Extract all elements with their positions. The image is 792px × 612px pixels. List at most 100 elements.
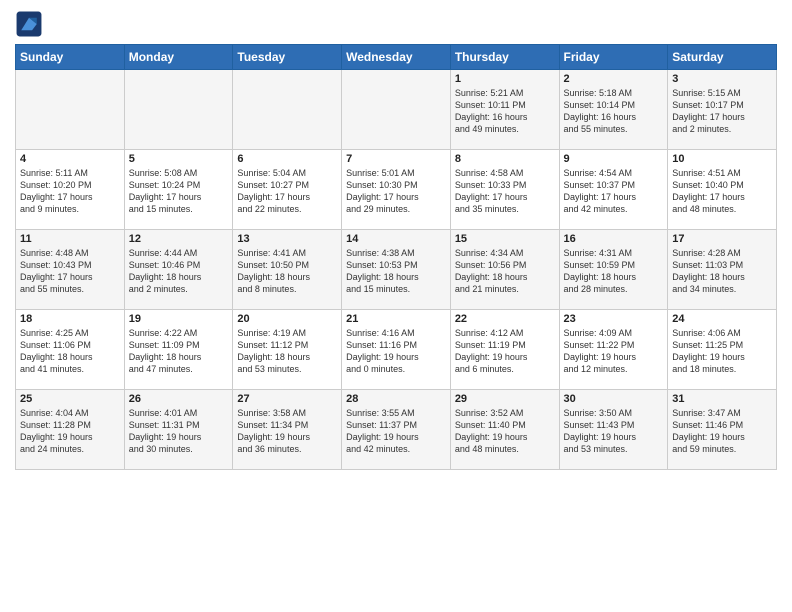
day-info: Sunrise: 4:51 AM Sunset: 10:40 PM Daylig… xyxy=(672,167,772,216)
cell-week3-day5: 15Sunrise: 4:34 AM Sunset: 10:56 PM Dayl… xyxy=(450,230,559,310)
day-info: Sunrise: 4:28 AM Sunset: 11:03 PM Daylig… xyxy=(672,247,772,296)
week-row-4: 18 Sunrise: 4:25 AM Sunset: 11:06 PM Dayl… xyxy=(16,310,777,390)
day-number: 31 xyxy=(672,393,772,405)
cell-week3-day2: 12 Sunrise: 4:44 AM Sunset: 10:46 PM Dayl… xyxy=(124,230,233,310)
cell-week3-day3: 13 Sunrise: 4:41 AM Sunset: 10:50 PM Dayl… xyxy=(233,230,342,310)
day-number: 2 xyxy=(564,73,664,85)
cell-week5-day5: 29 Sunrise: 3:52 AM Sunset: 11:40 PM Dayl… xyxy=(450,390,559,470)
day-number: 27 xyxy=(237,393,337,405)
cell-week1-day3 xyxy=(233,70,342,150)
day-number: 9 xyxy=(564,153,664,165)
day-number: 30 xyxy=(564,393,664,405)
cell-week5-day4: 28 Sunrise: 3:55 AM Sunset: 11:37 PM Dayl… xyxy=(342,390,451,470)
logo-icon xyxy=(15,10,43,38)
cell-week4-day4: 21 Sunrise: 4:16 AM Sunset: 11:16 PM Dayl… xyxy=(342,310,451,390)
cell-week5-day7: 31 Sunrise: 3:47 AM Sunset: 11:46 PM Dayl… xyxy=(668,390,777,470)
day-number: 7 xyxy=(346,153,446,165)
cell-week5-day3: 27 Sunrise: 3:58 AM Sunset: 11:34 PM Dayl… xyxy=(233,390,342,470)
day-number: 23 xyxy=(564,313,664,325)
cell-week3-day7: 17 Sunrise: 4:28 AM Sunset: 11:03 PM Dayl… xyxy=(668,230,777,310)
day-info: Sunrise: 4:04 AM Sunset: 11:28 PM Daylig… xyxy=(20,407,120,456)
day-number: 25 xyxy=(20,393,120,405)
cell-week3-day1: 11Sunrise: 4:48 AM Sunset: 10:43 PM Dayl… xyxy=(16,230,125,310)
cell-week2-day2: 5 Sunrise: 5:08 AM Sunset: 10:24 PM Dayli… xyxy=(124,150,233,230)
day-number: 12 xyxy=(129,233,229,245)
day-number: 13 xyxy=(237,233,337,245)
day-info: Sunrise: 3:50 AM Sunset: 11:43 PM Daylig… xyxy=(564,407,664,456)
col-header-thursday: Thursday xyxy=(450,45,559,70)
day-info: Sunrise: 5:08 AM Sunset: 10:24 PM Daylig… xyxy=(129,167,229,216)
cell-week3-day6: 16 Sunrise: 4:31 AM Sunset: 10:59 PM Dayl… xyxy=(559,230,668,310)
day-info: Sunrise: 4:22 AM Sunset: 11:09 PM Daylig… xyxy=(129,327,229,376)
day-number: 18 xyxy=(20,313,120,325)
day-number: 4 xyxy=(20,153,120,165)
logo xyxy=(15,10,47,38)
day-number: 29 xyxy=(455,393,555,405)
cell-week1-day4 xyxy=(342,70,451,150)
page: SundayMondayTuesdayWednesdayThursdayFrid… xyxy=(0,0,792,612)
day-info: Sunrise: 5:15 AM Sunset: 10:17 PM Daylig… xyxy=(672,87,772,136)
cell-week5-day1: 25 Sunrise: 4:04 AM Sunset: 11:28 PM Dayl… xyxy=(16,390,125,470)
day-number: 10 xyxy=(672,153,772,165)
day-info: Sunrise: 3:47 AM Sunset: 11:46 PM Daylig… xyxy=(672,407,772,456)
day-info: Sunrise: 4:19 AM Sunset: 11:12 PM Daylig… xyxy=(237,327,337,376)
day-info: Sunrise: 4:54 AM Sunset: 10:37 PM Daylig… xyxy=(564,167,664,216)
day-info: Sunrise: 3:58 AM Sunset: 11:34 PM Daylig… xyxy=(237,407,337,456)
col-header-saturday: Saturday xyxy=(668,45,777,70)
day-info: Sunrise: 4:06 AM Sunset: 11:25 PM Daylig… xyxy=(672,327,772,376)
day-number: 26 xyxy=(129,393,229,405)
header xyxy=(15,10,777,38)
week-row-2: 4 Sunrise: 5:11 AM Sunset: 10:20 PM Dayli… xyxy=(16,150,777,230)
cell-week5-day2: 26 Sunrise: 4:01 AM Sunset: 11:31 PM Dayl… xyxy=(124,390,233,470)
cell-week1-day6: 2 Sunrise: 5:18 AM Sunset: 10:14 PM Dayli… xyxy=(559,70,668,150)
day-info: Sunrise: 4:01 AM Sunset: 11:31 PM Daylig… xyxy=(129,407,229,456)
cell-week2-day6: 9 Sunrise: 4:54 AM Sunset: 10:37 PM Dayli… xyxy=(559,150,668,230)
day-number: 17 xyxy=(672,233,772,245)
day-info: Sunrise: 3:52 AM Sunset: 11:40 PM Daylig… xyxy=(455,407,555,456)
day-info: Sunrise: 5:11 AM Sunset: 10:20 PM Daylig… xyxy=(20,167,120,216)
day-info: Sunrise: 5:21 AM Sunset: 10:11 PM Daylig… xyxy=(455,87,555,136)
cell-week1-day2 xyxy=(124,70,233,150)
day-info: Sunrise: 4:25 AM Sunset: 11:06 PM Daylig… xyxy=(20,327,120,376)
cell-week2-day3: 6Sunrise: 5:04 AM Sunset: 10:27 PM Dayli… xyxy=(233,150,342,230)
cell-week4-day5: 22 Sunrise: 4:12 AM Sunset: 11:19 PM Dayl… xyxy=(450,310,559,390)
day-info: Sunrise: 4:12 AM Sunset: 11:19 PM Daylig… xyxy=(455,327,555,376)
day-info: Sunrise: 4:38 AM Sunset: 10:53 PM Daylig… xyxy=(346,247,446,296)
day-number: 3 xyxy=(672,73,772,85)
day-info: Sunrise: 4:58 AM Sunset: 10:33 PM Daylig… xyxy=(455,167,555,216)
cell-week4-day1: 18 Sunrise: 4:25 AM Sunset: 11:06 PM Dayl… xyxy=(16,310,125,390)
day-number: 8 xyxy=(455,153,555,165)
day-number: 16 xyxy=(564,233,664,245)
day-number: 5 xyxy=(129,153,229,165)
cell-week3-day4: 14 Sunrise: 4:38 AM Sunset: 10:53 PM Dayl… xyxy=(342,230,451,310)
day-number: 21 xyxy=(346,313,446,325)
week-row-1: 1 Sunrise: 5:21 AM Sunset: 10:11 PM Dayli… xyxy=(16,70,777,150)
week-row-5: 25 Sunrise: 4:04 AM Sunset: 11:28 PM Dayl… xyxy=(16,390,777,470)
day-number: 22 xyxy=(455,313,555,325)
day-info: Sunrise: 4:44 AM Sunset: 10:46 PM Daylig… xyxy=(129,247,229,296)
day-number: 28 xyxy=(346,393,446,405)
cell-week2-day5: 8 Sunrise: 4:58 AM Sunset: 10:33 PM Dayli… xyxy=(450,150,559,230)
day-number: 20 xyxy=(237,313,337,325)
day-info: Sunrise: 5:18 AM Sunset: 10:14 PM Daylig… xyxy=(564,87,664,136)
cell-week4-day2: 19Sunrise: 4:22 AM Sunset: 11:09 PM Dayl… xyxy=(124,310,233,390)
col-header-monday: Monday xyxy=(124,45,233,70)
cell-week1-day7: 3 Sunrise: 5:15 AM Sunset: 10:17 PM Dayli… xyxy=(668,70,777,150)
day-info: Sunrise: 4:41 AM Sunset: 10:50 PM Daylig… xyxy=(237,247,337,296)
col-header-tuesday: Tuesday xyxy=(233,45,342,70)
day-number: 15 xyxy=(455,233,555,245)
day-info: Sunrise: 4:16 AM Sunset: 11:16 PM Daylig… xyxy=(346,327,446,376)
day-number: 6 xyxy=(237,153,337,165)
col-header-wednesday: Wednesday xyxy=(342,45,451,70)
cell-week2-day4: 7Sunrise: 5:01 AM Sunset: 10:30 PM Dayli… xyxy=(342,150,451,230)
day-info: Sunrise: 4:48 AM Sunset: 10:43 PM Daylig… xyxy=(20,247,120,296)
day-info: Sunrise: 3:55 AM Sunset: 11:37 PM Daylig… xyxy=(346,407,446,456)
day-number: 14 xyxy=(346,233,446,245)
cell-week4-day6: 23Sunrise: 4:09 AM Sunset: 11:22 PM Dayl… xyxy=(559,310,668,390)
day-info: Sunrise: 4:31 AM Sunset: 10:59 PM Daylig… xyxy=(564,247,664,296)
day-number: 24 xyxy=(672,313,772,325)
week-row-3: 11Sunrise: 4:48 AM Sunset: 10:43 PM Dayl… xyxy=(16,230,777,310)
cell-week4-day7: 24 Sunrise: 4:06 AM Sunset: 11:25 PM Dayl… xyxy=(668,310,777,390)
day-number: 1 xyxy=(455,73,555,85)
header-row: SundayMondayTuesdayWednesdayThursdayFrid… xyxy=(16,45,777,70)
